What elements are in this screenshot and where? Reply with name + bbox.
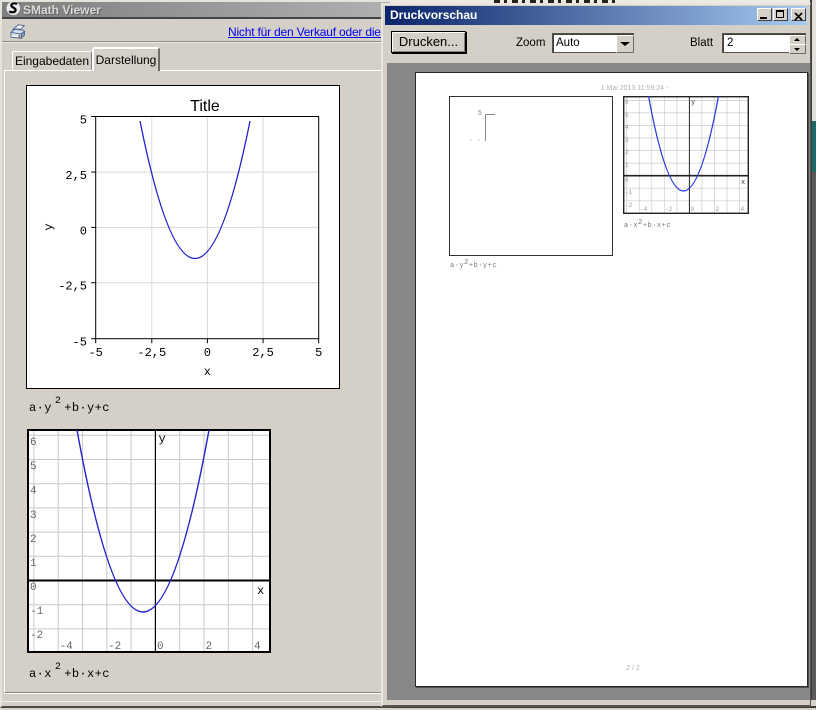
svg-text:2,5: 2,5 [252, 346, 274, 360]
svg-text:2: 2 [716, 206, 720, 213]
svg-text:4: 4 [625, 124, 629, 131]
svg-text:6: 6 [30, 437, 37, 449]
svg-text:0: 0 [80, 224, 87, 238]
svg-text:5: 5 [30, 461, 37, 473]
svg-text:-1: -1 [30, 606, 44, 618]
svg-text:0: 0 [625, 177, 629, 184]
svg-text:0: 0 [691, 206, 695, 213]
svg-text:0: 0 [204, 346, 211, 360]
svg-text:5: 5 [315, 346, 322, 360]
svg-text:5: 5 [478, 110, 482, 118]
svg-text:-5: -5 [73, 336, 87, 350]
svg-text:1: 1 [30, 558, 37, 570]
svg-text:3: 3 [30, 510, 37, 522]
svg-text:4: 4 [254, 641, 261, 653]
svg-text:4: 4 [30, 486, 37, 498]
svg-text:1: 1 [625, 162, 629, 169]
svg-text:0: 0 [157, 641, 164, 653]
svg-text:-4: -4 [640, 206, 648, 213]
svg-text:2: 2 [625, 149, 629, 156]
svg-text:6: 6 [625, 99, 629, 106]
svg-text:-2: -2 [30, 630, 43, 642]
svg-text:x: x [204, 365, 211, 379]
svg-text:2: 2 [206, 641, 213, 653]
svg-text:-2: -2 [108, 641, 121, 653]
svg-text:0: 0 [30, 582, 37, 594]
svg-text:4: 4 [741, 206, 745, 213]
svg-text:3: 3 [625, 137, 629, 144]
svg-text:-1: -1 [625, 189, 633, 196]
svg-text:-4: -4 [60, 641, 74, 653]
svg-text:x: x [741, 179, 745, 187]
svg-text:-2: -2 [625, 202, 633, 209]
svg-text:2: 2 [30, 534, 37, 546]
svg-text:-2,5: -2,5 [58, 280, 87, 294]
svg-text:-2: -2 [665, 206, 673, 213]
svg-text:x: x [257, 584, 264, 598]
svg-text:5: 5 [625, 112, 629, 119]
svg-text:Title: Title [190, 98, 220, 115]
svg-text:-2,5: -2,5 [137, 346, 166, 360]
svg-text:2,5: 2,5 [65, 169, 87, 183]
svg-text:y: y [42, 223, 56, 230]
svg-text:-5: -5 [88, 346, 102, 360]
svg-text:y: y [691, 99, 695, 107]
svg-text:y: y [159, 432, 166, 446]
svg-text:5: 5 [80, 114, 87, 128]
